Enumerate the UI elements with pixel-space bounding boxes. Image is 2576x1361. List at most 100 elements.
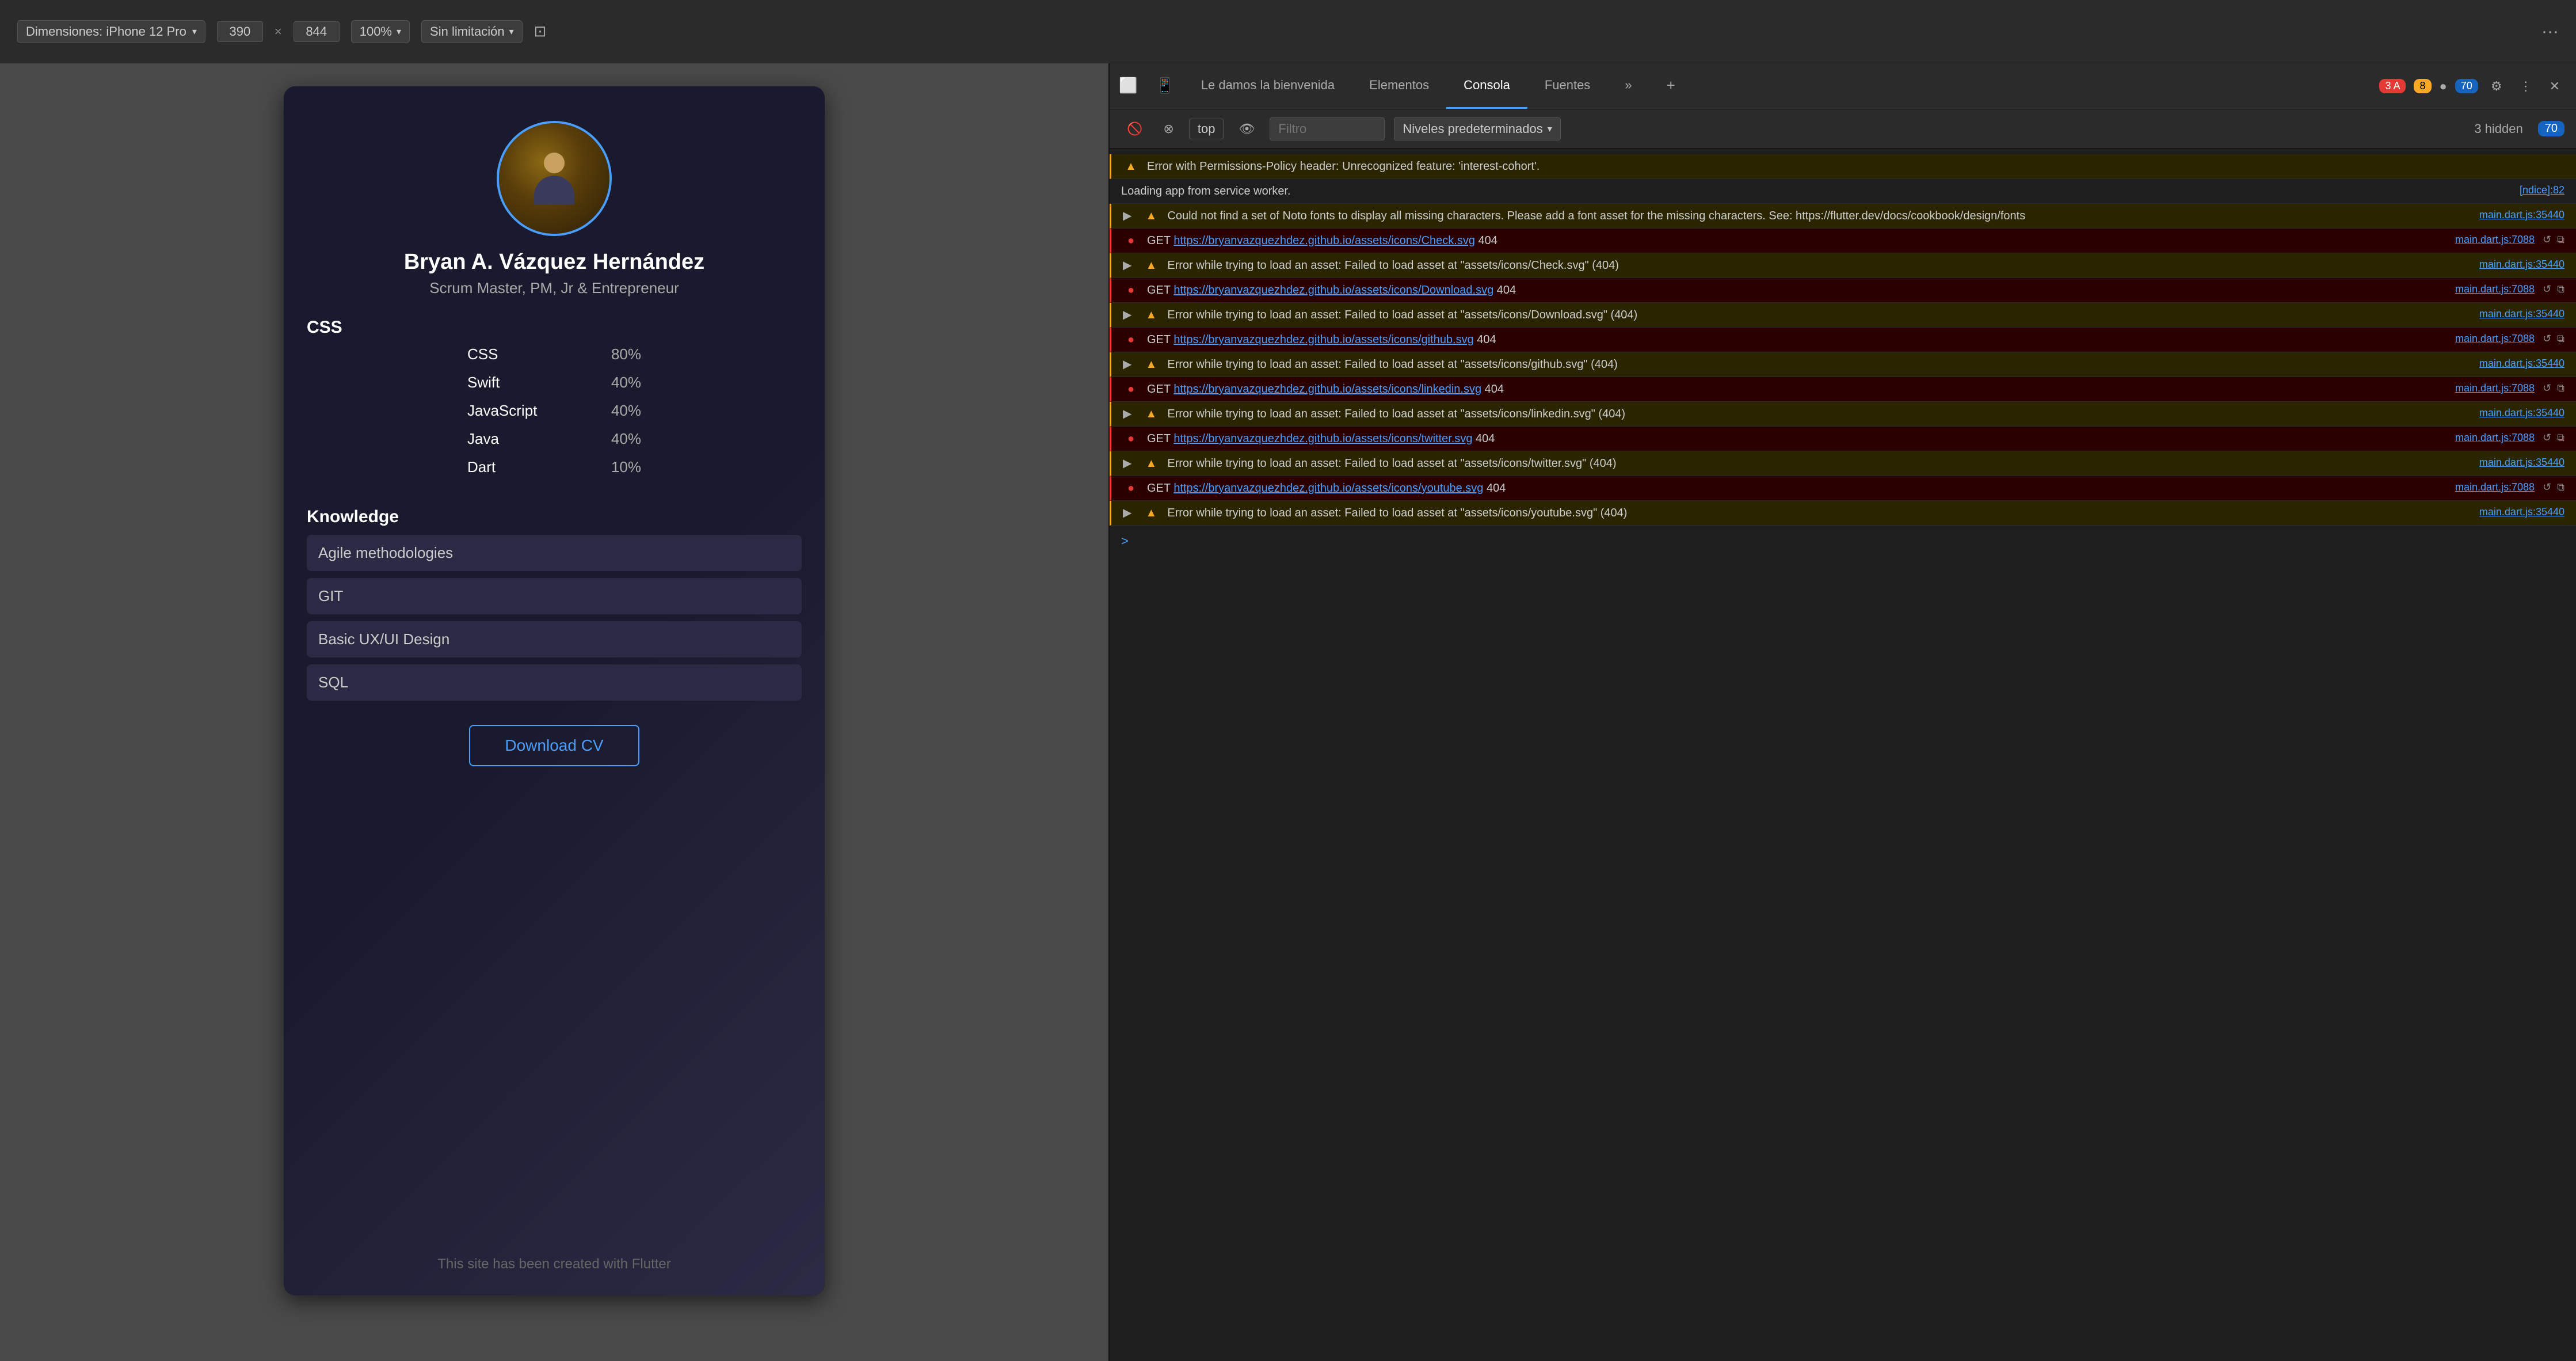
eye-icon[interactable]: 👁 [1233, 119, 1260, 139]
limit-selector[interactable]: Sin limitación ▾ [421, 20, 523, 43]
console-log-area[interactable]: ▲ Error with Permissions-Policy header: … [1110, 149, 2576, 1361]
tab-more[interactable]: » [1607, 63, 1649, 109]
log-action-reload[interactable]: ↺ [2543, 232, 2551, 248]
filter-input[interactable] [1270, 117, 1385, 140]
log-source[interactable]: main.dart.js:7088 [2455, 480, 2535, 495]
skill-row: Java 40% [467, 430, 641, 448]
log-action-reload[interactable]: ↺ [2543, 430, 2551, 446]
log-action-copy[interactable]: ⧉ [2557, 480, 2564, 495]
log-text: GET https://bryanvazquezhdez.github.io/a… [1147, 381, 2447, 398]
limit-label: Sin limitación [430, 24, 505, 39]
expand-icon[interactable]: ▶ [1123, 306, 1131, 324]
skill-percent: 80% [601, 345, 641, 363]
log-action-reload[interactable]: ↺ [2543, 282, 2551, 297]
log-source[interactable]: [ndice]:82 [2520, 183, 2564, 198]
width-input[interactable] [217, 21, 263, 42]
filter-toggle-icon[interactable]: ⊗ [1157, 119, 1179, 139]
total-count-badge: 70 [2455, 79, 2478, 93]
tab-add[interactable]: + [1649, 63, 1693, 109]
log-action-copy[interactable]: ⧉ [2557, 282, 2564, 297]
expand-icon[interactable]: ▶ [1123, 356, 1131, 373]
device-selector[interactable]: Dimensiones: iPhone 12 Pro ▾ [17, 20, 205, 43]
skill-percent: 40% [601, 402, 641, 420]
log-level-selector[interactable]: Niveles predeterminados ▾ [1394, 117, 1560, 140]
mobile-frame: Bryan A. Vázquez Hernández Scrum Master,… [284, 86, 825, 1295]
expand-icon[interactable]: ▶ [1123, 405, 1131, 423]
tab-sources[interactable]: Fuentes [1527, 63, 1608, 109]
log-entry: Loading app from service worker. [ndice]… [1110, 179, 2576, 204]
expand-icon[interactable]: ▶ [1123, 455, 1131, 472]
log-action-reload[interactable]: ↺ [2543, 331, 2551, 347]
skill-row: CSS 80% [467, 345, 641, 363]
log-action-copy[interactable]: ⧉ [2557, 381, 2564, 396]
expand-icon[interactable]: ▶ [1123, 207, 1131, 225]
toolbar-left: Dimensiones: iPhone 12 Pro ▾ × 100% ▾ Si… [17, 20, 2524, 43]
zoom-selector[interactable]: 100% ▾ [351, 20, 410, 43]
tab-elements[interactable]: Elementos [1352, 63, 1446, 109]
log-actions: ↺ ⧉ [2543, 381, 2564, 396]
top-context-label[interactable]: top [1189, 119, 1224, 139]
log-action-reload[interactable]: ↺ [2543, 480, 2551, 495]
log-text: GET https://bryanvazquezhdez.github.io/a… [1147, 331, 2447, 348]
log-source[interactable]: main.dart.js:7088 [2455, 381, 2535, 396]
log-text: GET https://bryanvazquezhdez.github.io/a… [1147, 282, 2447, 299]
log-entry: ● GET https://bryanvazquezhdez.github.io… [1110, 328, 2576, 352]
skill-row: JavaScript 40% [467, 402, 641, 420]
log-source[interactable]: main.dart.js:35440 [2479, 257, 2564, 272]
skill-name: CSS [467, 345, 582, 363]
expand-icon[interactable]: ▶ [1123, 504, 1131, 522]
log-source[interactable]: main.dart.js:35440 [2479, 455, 2564, 470]
log-source[interactable]: main.dart.js:35440 [2479, 504, 2564, 520]
skill-name: Dart [467, 458, 582, 476]
expand-icon[interactable]: ▶ [1123, 257, 1131, 274]
log-link[interactable]: https://bryanvazquezhdez.github.io/asset… [1173, 482, 1483, 495]
log-source[interactable]: main.dart.js:35440 [2479, 356, 2564, 371]
log-actions: ↺ ⧉ [2543, 232, 2564, 248]
tab-device[interactable]: 📱 [1146, 63, 1183, 109]
log-source[interactable]: main.dart.js:7088 [2455, 331, 2535, 347]
more-button[interactable]: ··· [2541, 22, 2559, 41]
log-source[interactable]: main.dart.js:35440 [2479, 306, 2564, 322]
error-count-badge: 3 A [2379, 79, 2406, 93]
log-link[interactable]: https://bryanvazquezhdez.github.io/asset… [1173, 383, 1481, 396]
log-source[interactable]: main.dart.js:7088 [2455, 232, 2535, 248]
log-action-copy[interactable]: ⧉ [2557, 430, 2564, 446]
log-entry: ● GET https://bryanvazquezhdez.github.io… [1110, 229, 2576, 253]
log-action-reload[interactable]: ↺ [2543, 381, 2551, 396]
log-link[interactable]: https://bryanvazquezhdez.github.io/asset… [1173, 284, 1493, 296]
tab-inspect[interactable]: ⬜ [1110, 63, 1146, 109]
error-icon: ● [1123, 430, 1139, 447]
log-link[interactable]: https://bryanvazquezhdez.github.io/asset… [1173, 234, 1475, 247]
warning-icon: ▲ [1143, 207, 1159, 225]
inspect-icon: ⬜ [1119, 77, 1137, 94]
height-input[interactable] [294, 21, 340, 42]
skill-percent: 10% [601, 458, 641, 476]
tab-console[interactable]: Consola [1446, 63, 1527, 109]
skills-list: CSS 80% Swift 40% JavaScript 40% Java 40… [467, 345, 641, 486]
log-source[interactable]: main.dart.js:35440 [2479, 207, 2564, 223]
log-action-copy[interactable]: ⧉ [2557, 331, 2564, 347]
log-text: GET https://bryanvazquezhdez.github.io/a… [1147, 480, 2447, 497]
close-devtools-icon[interactable]: ✕ [2545, 77, 2564, 96]
warning-icon: ▲ [1143, 306, 1159, 324]
skill-name: Swift [467, 374, 582, 391]
clear-console-icon[interactable]: 🚫 [1121, 119, 1148, 139]
capture-icon[interactable]: ⊡ [534, 22, 547, 40]
warning-count-badge: 8 [2414, 79, 2431, 93]
console-prompt[interactable]: > [1110, 526, 2576, 557]
prompt-symbol: > [1121, 534, 1129, 548]
log-source[interactable]: main.dart.js:7088 [2455, 430, 2535, 446]
settings-icon[interactable]: ⚙ [2486, 77, 2507, 96]
limit-chevron-icon: ▾ [509, 26, 514, 37]
log-link[interactable]: https://bryanvazquezhdez.github.io/asset… [1173, 333, 1473, 346]
log-source[interactable]: main.dart.js:35440 [2479, 405, 2564, 421]
profile-title: Scrum Master, PM, Jr & Entrepreneur [429, 279, 679, 297]
tab-welcome[interactable]: Le damos la bienvenida [1184, 63, 1352, 109]
knowledge-item: Agile methodologies [307, 535, 802, 571]
more-options-icon[interactable]: ⋮ [2515, 77, 2537, 96]
log-link[interactable]: https://bryanvazquezhdez.github.io/asset… [1173, 432, 1472, 445]
skill-name: Java [467, 430, 582, 448]
download-cv-button[interactable]: Download CV [469, 725, 639, 766]
log-source[interactable]: main.dart.js:7088 [2455, 282, 2535, 297]
log-action-copy[interactable]: ⧉ [2557, 232, 2564, 248]
